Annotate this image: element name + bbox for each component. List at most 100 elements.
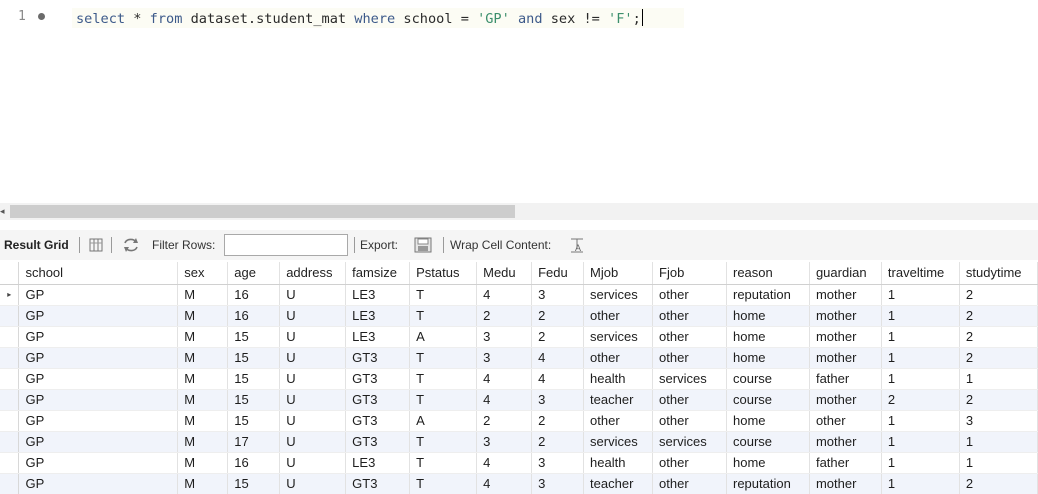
table-cell[interactable]: 1 xyxy=(959,368,1038,390)
table-cell[interactable]: reputation xyxy=(726,473,810,494)
table-cell[interactable]: GP xyxy=(18,326,179,348)
table-cell[interactable]: M xyxy=(177,410,229,432)
table-cell[interactable]: 4 xyxy=(476,473,533,494)
sql-query-text[interactable]: select * from dataset.student_mat where … xyxy=(76,9,643,27)
table-cell[interactable]: 2 xyxy=(531,326,585,348)
table-cell[interactable]: mother xyxy=(809,305,882,327)
table-cell[interactable]: other xyxy=(652,452,727,474)
table-row[interactable]: GP M 16 U LE3 T 2 2 other other home mother 1 2 xyxy=(0,305,1038,327)
table-row[interactable]: GP M 15 U GT3 T 3 4 other other home mother 1 2 xyxy=(0,347,1038,369)
table-cell[interactable]: health xyxy=(583,452,654,474)
table-cell[interactable]: services xyxy=(652,431,727,453)
table-cell[interactable]: other xyxy=(652,305,727,327)
table-row[interactable]: GP M 15 U GT3 A 2 2 other other home other 1 3 xyxy=(0,410,1038,432)
table-cell[interactable]: 15 xyxy=(227,410,281,432)
row-indicator[interactable] xyxy=(0,368,20,390)
table-cell[interactable]: 2 xyxy=(881,389,960,411)
column-header-fedu[interactable]: Fedu xyxy=(531,262,585,285)
table-cell[interactable]: 3 xyxy=(476,347,533,369)
column-header-medu[interactable]: Medu xyxy=(476,262,533,285)
table-cell[interactable]: M xyxy=(177,326,229,348)
table-cell[interactable]: mother xyxy=(809,431,882,453)
column-header-traveltime[interactable]: traveltime xyxy=(881,262,960,285)
result-grid[interactable]: school sex age address famsize Pstatus Medu Fed… xyxy=(0,262,1038,494)
grid-layout-icon[interactable] xyxy=(88,237,104,253)
column-header-studytime[interactable]: studytime xyxy=(959,262,1038,285)
table-cell[interactable]: other xyxy=(652,347,727,369)
table-cell[interactable]: GT3 xyxy=(345,410,411,432)
table-cell[interactable]: U xyxy=(279,368,347,390)
table-cell[interactable]: U xyxy=(279,347,347,369)
table-cell[interactable]: 1 xyxy=(881,368,960,390)
table-cell[interactable]: GT3 xyxy=(345,389,411,411)
table-cell[interactable]: services xyxy=(583,431,654,453)
sql-editor[interactable]: 1 select * from dataset.student_mat wher… xyxy=(0,0,1038,200)
table-cell[interactable]: 2 xyxy=(959,305,1038,327)
table-cell[interactable]: M xyxy=(177,473,229,494)
table-cell[interactable]: GP xyxy=(18,410,179,432)
table-cell[interactable]: 15 xyxy=(227,347,281,369)
table-cell[interactable]: 2 xyxy=(531,410,585,432)
table-cell[interactable]: 3 xyxy=(476,431,533,453)
table-cell[interactable]: 1 xyxy=(881,347,960,369)
table-cell[interactable]: U xyxy=(279,452,347,474)
table-cell[interactable]: M xyxy=(177,368,229,390)
table-cell[interactable]: 4 xyxy=(476,368,533,390)
table-cell[interactable]: 2 xyxy=(959,473,1038,494)
row-indicator[interactable] xyxy=(0,326,20,348)
filter-rows-input[interactable] xyxy=(224,234,348,256)
table-cell[interactable]: 1 xyxy=(881,473,960,494)
table-cell[interactable]: 2 xyxy=(959,326,1038,348)
table-cell[interactable]: GP xyxy=(18,389,179,411)
table-cell[interactable]: 15 xyxy=(227,473,281,494)
table-cell[interactable]: other xyxy=(583,347,654,369)
table-cell[interactable]: GT3 xyxy=(345,347,411,369)
editor-horizontal-scrollbar[interactable]: ◂ xyxy=(0,203,1038,220)
table-cell[interactable]: 4 xyxy=(476,284,533,306)
table-cell[interactable]: 16 xyxy=(227,284,281,306)
scroll-left-icon[interactable]: ◂ xyxy=(0,206,5,217)
table-cell[interactable]: 15 xyxy=(227,389,281,411)
table-cell[interactable]: 1 xyxy=(959,452,1038,474)
table-cell[interactable]: mother xyxy=(809,389,882,411)
table-row[interactable]: GP M 17 U GT3 T 3 2 services services course mother… xyxy=(0,431,1038,453)
table-cell[interactable]: U xyxy=(279,389,347,411)
table-cell[interactable]: LE3 xyxy=(345,326,411,348)
table-cell[interactable]: GP xyxy=(18,284,179,306)
table-cell[interactable]: home xyxy=(726,347,810,369)
table-cell[interactable]: 1 xyxy=(881,410,960,432)
refresh-icon[interactable] xyxy=(122,237,138,253)
table-cell[interactable]: services xyxy=(583,326,654,348)
table-row[interactable]: GP M 15 U GT3 T 4 3 teacher other course mother 2 2 xyxy=(0,389,1038,411)
column-header-famsize[interactable]: famsize xyxy=(345,262,411,285)
table-cell[interactable]: GP xyxy=(18,452,179,474)
table-cell[interactable]: T xyxy=(409,431,478,453)
row-indicator[interactable] xyxy=(0,389,20,411)
table-cell[interactable]: home xyxy=(726,410,810,432)
table-cell[interactable]: teacher xyxy=(583,389,654,411)
table-cell[interactable]: father xyxy=(809,452,882,474)
table-cell[interactable]: course xyxy=(726,431,810,453)
table-cell[interactable]: home xyxy=(726,452,810,474)
column-header-address[interactable]: address xyxy=(279,262,347,285)
table-cell[interactable]: 4 xyxy=(531,347,585,369)
table-cell[interactable]: 1 xyxy=(959,431,1038,453)
table-cell[interactable]: M xyxy=(177,305,229,327)
table-cell[interactable]: reputation xyxy=(726,284,810,306)
row-indicator[interactable] xyxy=(0,452,20,474)
table-cell[interactable]: T xyxy=(409,284,478,306)
table-cell[interactable]: 1 xyxy=(881,326,960,348)
column-header-sex[interactable]: sex xyxy=(177,262,229,285)
table-cell[interactable]: LE3 xyxy=(345,284,411,306)
table-cell[interactable]: M xyxy=(177,347,229,369)
table-cell[interactable]: father xyxy=(809,368,882,390)
table-cell[interactable]: M xyxy=(177,452,229,474)
column-header-pstatus[interactable]: Pstatus xyxy=(409,262,478,285)
column-header-reason[interactable]: reason xyxy=(726,262,810,285)
table-cell[interactable]: 15 xyxy=(227,326,281,348)
table-cell[interactable]: GP xyxy=(18,368,179,390)
scrollbar-thumb[interactable] xyxy=(10,205,515,218)
table-cell[interactable]: 17 xyxy=(227,431,281,453)
table-cell[interactable]: mother xyxy=(809,473,882,494)
table-cell[interactable]: services xyxy=(652,368,727,390)
